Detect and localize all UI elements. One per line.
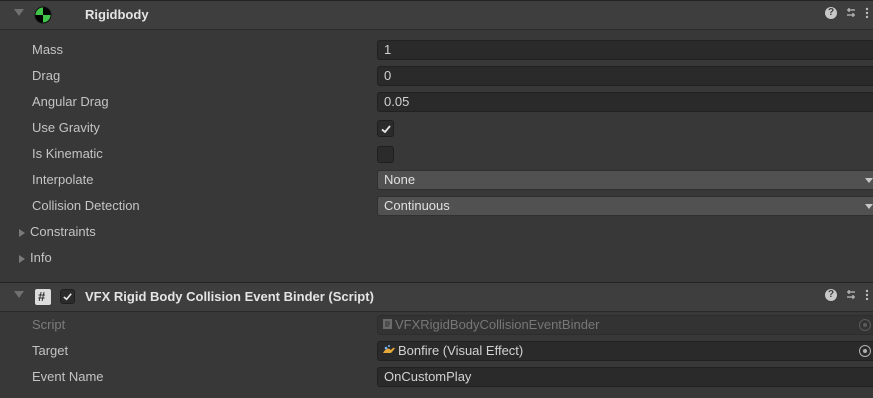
interpolate-dropdown[interactable]: None xyxy=(377,170,873,190)
event-name-row: Event Name OnCustomPlay xyxy=(0,365,873,391)
is-kinematic-row: Is Kinematic xyxy=(0,142,873,168)
script-icon: # xyxy=(35,289,51,305)
script-file-icon xyxy=(382,317,393,335)
object-picker-icon xyxy=(859,319,871,331)
use-gravity-checkbox[interactable] xyxy=(377,120,394,137)
use-gravity-row: Use Gravity xyxy=(0,116,873,142)
event-name-label: Event Name xyxy=(32,369,104,384)
target-row: Target Bonfire (Visual Effect) xyxy=(0,339,873,365)
mass-label: Mass xyxy=(32,42,64,57)
target-field[interactable]: Bonfire (Visual Effect) xyxy=(377,341,873,361)
target-value: Bonfire (Visual Effect) xyxy=(398,343,524,358)
more-options-icon[interactable] xyxy=(865,7,869,22)
interpolate-row: Interpolate None xyxy=(0,168,873,194)
more-options-icon[interactable] xyxy=(865,289,869,304)
inspector-panel: Rigidbody ? Mass 1 Drag 0 Angular Drag 0… xyxy=(0,0,873,398)
script-value: VFXRigidBodyCollisionEventBinder xyxy=(395,317,600,332)
rigidbody-icon xyxy=(34,6,52,27)
interpolate-value: None xyxy=(384,172,416,187)
preset-icon[interactable] xyxy=(845,7,857,22)
component-title: VFX Rigid Body Collision Event Binder (S… xyxy=(85,289,374,304)
foldout-arrow-icon[interactable] xyxy=(19,255,25,263)
is-kinematic-label: Is Kinematic xyxy=(32,146,103,161)
collision-detection-label: Collision Detection xyxy=(32,198,140,213)
constraints-label: Constraints xyxy=(30,224,96,239)
angular-drag-row: Angular Drag 0.05 xyxy=(0,90,873,116)
component-title: Rigidbody xyxy=(85,7,149,22)
interpolate-label: Interpolate xyxy=(32,172,94,187)
help-icon[interactable]: ? xyxy=(825,289,837,301)
object-picker-icon[interactable] xyxy=(859,345,871,357)
collision-detection-dropdown[interactable]: Continuous xyxy=(377,196,873,216)
dropdown-arrow-icon xyxy=(865,204,873,209)
script-row: Script VFXRigidBodyCollisionEventBinder xyxy=(0,313,873,339)
enabled-checkbox[interactable] xyxy=(60,289,75,304)
angular-drag-field[interactable]: 0.05 xyxy=(377,92,873,112)
drag-label: Drag xyxy=(32,68,61,83)
script-field: VFXRigidBodyCollisionEventBinder xyxy=(377,315,873,335)
preset-icon[interactable] xyxy=(845,289,857,304)
script-label: Script xyxy=(32,317,66,332)
drag-field[interactable]: 0 xyxy=(377,66,873,86)
dropdown-arrow-icon xyxy=(865,178,873,183)
info-foldout[interactable]: Info xyxy=(0,246,873,272)
info-label: Info xyxy=(30,250,52,265)
is-kinematic-checkbox[interactable] xyxy=(377,146,394,163)
mass-field[interactable]: 1 xyxy=(377,40,873,60)
checkmark-icon xyxy=(381,125,391,134)
collision-detection-value: Continuous xyxy=(384,198,450,213)
help-icon[interactable]: ? xyxy=(825,7,837,19)
constraints-foldout[interactable]: Constraints xyxy=(0,220,873,246)
event-name-field[interactable]: OnCustomPlay xyxy=(377,367,873,387)
rigidbody-header[interactable]: Rigidbody ? xyxy=(0,0,873,30)
foldout-arrow-icon[interactable] xyxy=(14,9,24,16)
foldout-arrow-icon[interactable] xyxy=(19,229,25,237)
collision-detection-row: Collision Detection Continuous xyxy=(0,194,873,220)
target-label: Target xyxy=(32,343,69,358)
checkmark-icon xyxy=(63,293,72,301)
use-gravity-label: Use Gravity xyxy=(32,120,100,135)
mass-row: Mass 1 xyxy=(0,38,873,64)
drag-row: Drag 0 xyxy=(0,64,873,90)
binder-header[interactable]: # VFX Rigid Body Collision Event Binder … xyxy=(0,282,873,312)
angular-drag-label: Angular Drag xyxy=(32,94,109,109)
visual-effect-icon xyxy=(382,343,396,361)
foldout-arrow-icon[interactable] xyxy=(14,291,24,298)
